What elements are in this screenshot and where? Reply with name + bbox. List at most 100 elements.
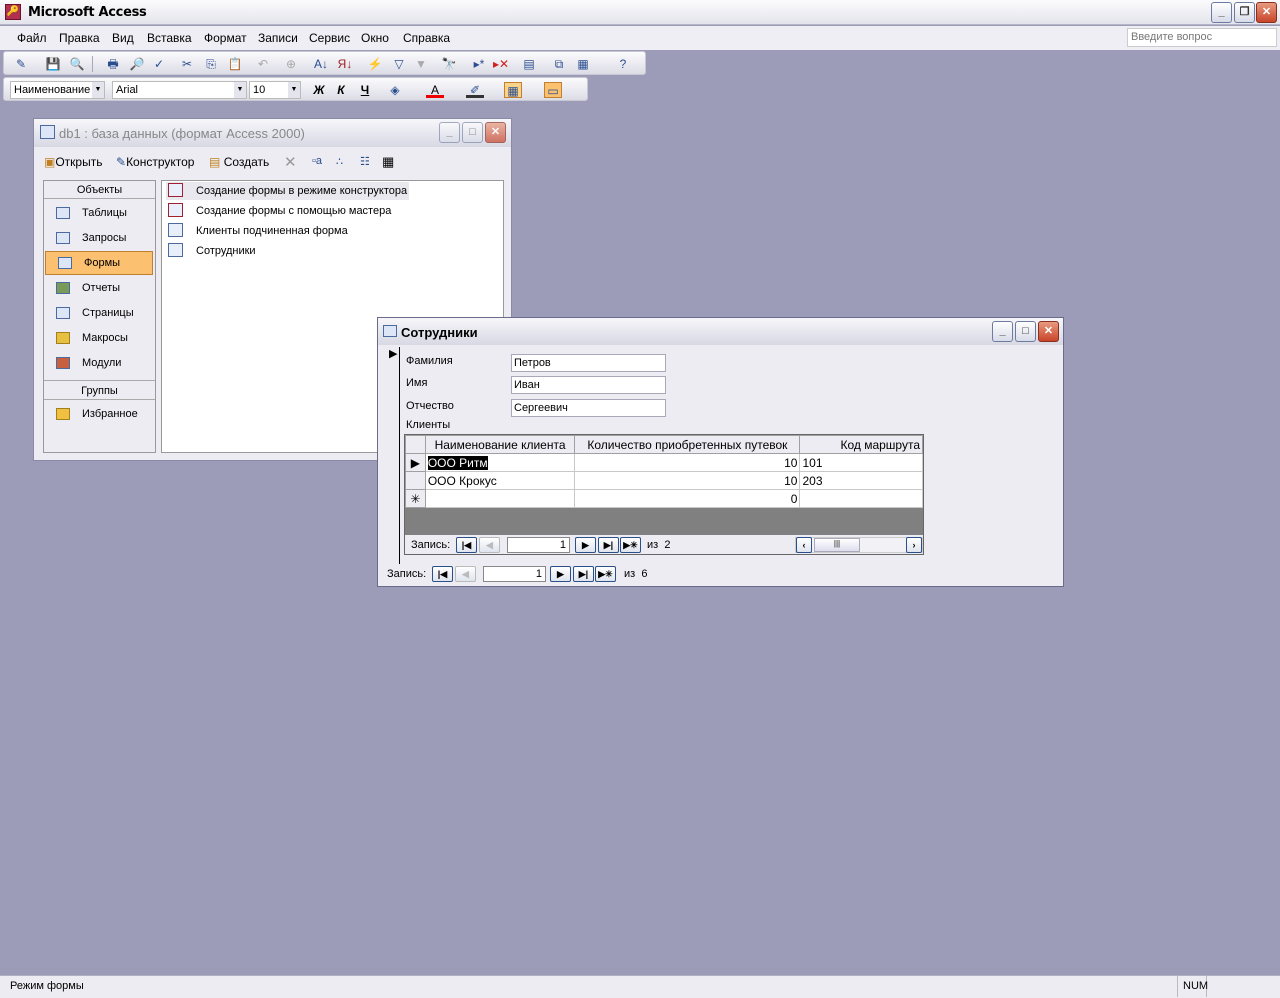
lastname-field[interactable]: Петров [511, 354, 666, 372]
list-item[interactable]: Создание формы с помощью мастера [166, 202, 391, 220]
cell[interactable]: ООО Крокус [424, 471, 576, 490]
view-icon[interactable]: ✎ [12, 56, 30, 72]
properties-icon[interactable]: ▤ [520, 56, 538, 72]
list-view-icon[interactable]: ☷ [360, 155, 370, 168]
list-item[interactable]: Клиенты подчиненная форма [166, 222, 348, 240]
print-icon[interactable]: 🖶 [104, 56, 122, 72]
cut-icon[interactable]: ✂ [178, 56, 196, 72]
undo-icon[interactable]: ↶ [254, 56, 272, 72]
cell[interactable] [799, 489, 923, 508]
file-search-icon[interactable]: 🔍 [68, 56, 86, 72]
object-reports[interactable]: Отчеты [44, 277, 154, 301]
object-queries[interactable]: Запросы [44, 227, 154, 251]
new-object-icon[interactable]: ▦ [574, 56, 592, 72]
italic-button[interactable]: К [332, 82, 350, 98]
firstname-field[interactable]: Иван [511, 376, 666, 394]
db-maximize-button[interactable]: □ [462, 122, 483, 143]
new-record-button[interactable]: ▶✳ [620, 537, 641, 553]
menu-format[interactable]: Формат [204, 31, 247, 45]
cell[interactable] [424, 489, 576, 508]
database-window-icon[interactable]: ⧉ [550, 56, 568, 72]
close-button[interactable]: ✕ [1256, 2, 1277, 23]
create-button[interactable]: ▤ Создать [209, 155, 269, 169]
scroll-thumb[interactable]: ||| [814, 538, 860, 552]
objects-header[interactable]: Объекты [44, 181, 155, 199]
minimize-button[interactable]: _ [1211, 2, 1232, 23]
column-header[interactable]: Количество приобретенных путевок [574, 435, 801, 454]
new-record-button[interactable]: ▶✳ [595, 566, 616, 582]
record-number-input[interactable]: 1 [483, 566, 546, 582]
cell[interactable]: 203 [799, 471, 923, 490]
hyperlink-icon[interactable]: ⊕ [282, 56, 300, 72]
next-record-button[interactable]: ▶ [575, 537, 596, 553]
form-minimize-button[interactable]: _ [992, 321, 1013, 342]
scroll-left-button[interactable]: ‹ [796, 537, 812, 553]
cell[interactable]: 10 [574, 471, 801, 490]
new-record-icon[interactable]: ▸* [470, 56, 488, 72]
special-effect-icon[interactable]: ▭ [544, 82, 562, 98]
list-item[interactable]: Сотрудники [166, 242, 256, 260]
group-favorites[interactable]: Избранное [44, 403, 154, 427]
delete-icon[interactable]: ✕ [284, 153, 297, 171]
menu-help[interactable]: Справка [403, 31, 450, 45]
object-forms[interactable]: Формы [45, 251, 153, 275]
gridlines-icon[interactable]: ▦ [504, 82, 522, 98]
object-modules[interactable]: Модули [44, 352, 154, 376]
db-close-button[interactable]: ✕ [485, 122, 506, 143]
fill-color-icon[interactable]: ◈ [386, 82, 404, 98]
menu-tools[interactable]: Сервис [309, 31, 350, 45]
details-view-icon[interactable]: ▦ [382, 154, 394, 170]
column-header[interactable]: Код маршрута [799, 435, 923, 454]
menu-insert[interactable]: Вставка [147, 31, 192, 45]
copy-icon[interactable]: ⎘ [202, 56, 220, 72]
menu-edit[interactable]: Правка [59, 31, 100, 45]
large-icons-icon[interactable]: ▫a [312, 155, 322, 167]
delete-record-icon[interactable]: ▸✕ [492, 56, 510, 72]
cell[interactable]: 101 [799, 453, 923, 472]
print-preview-icon[interactable]: 🔎 [128, 56, 146, 72]
scroll-right-button[interactable]: › [906, 537, 922, 553]
paste-icon[interactable]: 📋 [226, 56, 244, 72]
db-minimize-button[interactable]: _ [439, 122, 460, 143]
object-pages[interactable]: Страницы [44, 302, 154, 326]
list-item[interactable]: Создание формы в режиме конструктора [166, 182, 410, 200]
design-button[interactable]: ✎Конструктор [116, 155, 194, 169]
prev-record-button[interactable]: ◀ [479, 537, 500, 553]
font-select[interactable]: Arial ▼ [112, 81, 247, 99]
line-color-icon[interactable]: ✐ [466, 82, 484, 98]
form-close-button[interactable]: ✕ [1038, 321, 1059, 342]
prev-record-button[interactable]: ◀ [455, 566, 476, 582]
object-tables[interactable]: Таблицы [44, 202, 154, 226]
cell[interactable]: 0 [574, 489, 801, 508]
menu-window[interactable]: Окно [361, 31, 389, 45]
find-icon[interactable]: 🔭 [440, 56, 458, 72]
cell[interactable]: 10 [574, 453, 801, 472]
sort-descending-icon[interactable]: Я↓ [336, 56, 354, 72]
apply-filter-icon[interactable]: ▼ [412, 56, 430, 72]
select-all[interactable] [405, 435, 426, 454]
bold-button[interactable]: Ж [310, 82, 328, 98]
next-record-button[interactable]: ▶ [550, 566, 571, 582]
row-selector[interactable] [405, 471, 426, 490]
menu-file[interactable]: Файл [17, 31, 47, 45]
ask-question-input[interactable]: Введите вопрос [1127, 28, 1277, 47]
current-row-icon[interactable]: ▶ [405, 453, 426, 472]
form-maximize-button[interactable]: □ [1015, 321, 1036, 342]
first-record-button[interactable]: |◀ [432, 566, 453, 582]
cell[interactable]: ООО Ритм [424, 453, 576, 472]
font-size-select[interactable]: 10 ▼ [249, 81, 301, 99]
last-record-button[interactable]: ▶| [598, 537, 619, 553]
sort-ascending-icon[interactable]: A↓ [312, 56, 330, 72]
last-record-button[interactable]: ▶| [573, 566, 594, 582]
groups-header[interactable]: Группы [44, 380, 155, 400]
restore-button[interactable]: ❐ [1234, 2, 1255, 23]
horizontal-scrollbar[interactable]: ‹ ||| › [795, 537, 923, 553]
font-color-icon[interactable]: A [426, 82, 444, 98]
column-header[interactable]: Наименование клиента [424, 435, 576, 454]
save-icon[interactable]: 💾 [44, 56, 62, 72]
filter-by-form-icon[interactable]: ▽ [390, 56, 408, 72]
first-record-button[interactable]: |◀ [456, 537, 477, 553]
record-number-input[interactable]: 1 [507, 537, 570, 553]
object-macros[interactable]: Макросы [44, 327, 154, 351]
open-button[interactable]: ▣Открыть [44, 155, 102, 169]
